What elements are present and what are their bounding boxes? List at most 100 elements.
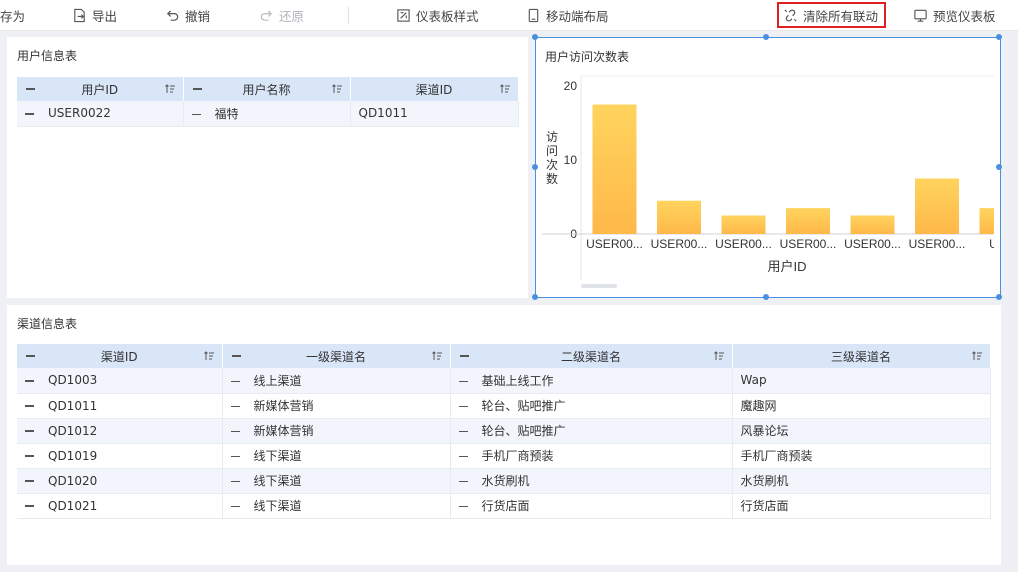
table-cell[interactable]: QD1003	[17, 368, 223, 394]
sort-icon[interactable]	[331, 83, 343, 95]
collapse-icon[interactable]	[230, 405, 240, 408]
user-visits-chart-panel[interactable]: 用户访问次数表 访问次数 20 10 0 USER00... USER00... USE…	[532, 34, 1002, 300]
table-cell[interactable]: 基础上线工作	[450, 368, 733, 394]
table-cell[interactable]: 线下渠道	[222, 468, 451, 494]
table-cell[interactable]: QD1021	[17, 493, 223, 519]
table-cell[interactable]: QD1019	[17, 443, 223, 469]
collapse-icon[interactable]	[25, 455, 34, 457]
table-row[interactable]: QD1019 线下渠道 手机厂商预装 手机厂商预装	[17, 443, 991, 469]
bar[interactable]	[592, 104, 637, 235]
bar[interactable]	[786, 208, 830, 234]
column-header-level1-channel[interactable]: 一级渠道名	[222, 344, 451, 368]
collapse-icon[interactable]	[458, 480, 468, 483]
cell-text: 轮台、贴吧推广	[481, 424, 566, 438]
table-cell[interactable]: 行货店面	[732, 493, 991, 519]
collapse-icon[interactable]	[458, 505, 468, 508]
table-cell[interactable]: 新媒体营销	[222, 418, 451, 444]
bar[interactable]	[979, 208, 1000, 234]
bar[interactable]	[657, 200, 701, 234]
bar[interactable]	[721, 215, 766, 235]
redo-button[interactable]: 还原	[259, 0, 304, 31]
table-cell[interactable]: 新媒体营销	[222, 393, 451, 419]
table-cell[interactable]: 水货刷机	[732, 468, 991, 494]
export-button[interactable]: 导出	[72, 0, 117, 31]
table-cell[interactable]: USER0022	[17, 101, 184, 127]
collapse-icon[interactable]	[458, 380, 468, 382]
collapse-icon[interactable]	[230, 430, 240, 433]
collapse-icon[interactable]	[230, 380, 240, 382]
bar[interactable]	[915, 178, 959, 235]
table-cell[interactable]: QD1011	[17, 393, 223, 419]
collapse-icon[interactable]	[230, 455, 240, 458]
collapse-icon[interactable]	[230, 505, 240, 508]
sort-icon[interactable]	[499, 83, 511, 95]
table-cell[interactable]: Wap	[732, 368, 991, 394]
table-cell[interactable]: QD1011	[350, 101, 519, 127]
table-cell[interactable]: 水货刷机	[450, 468, 733, 494]
resize-handle-right[interactable]	[996, 164, 1002, 170]
collapse-icon[interactable]	[26, 88, 35, 90]
bar[interactable]	[850, 215, 895, 235]
collapse-icon[interactable]	[459, 355, 469, 357]
table-row[interactable]: QD1003 线上渠道 基础上线工作 Wap	[17, 368, 991, 394]
resize-handle-left[interactable]	[532, 164, 538, 170]
column-header-user-id[interactable]: 用户ID	[17, 77, 184, 101]
collapse-icon[interactable]	[458, 430, 468, 433]
table-row[interactable]: QD1021 线下渠道 行货店面 行货店面	[17, 493, 991, 519]
resize-handle-bottom[interactable]	[763, 294, 769, 300]
resize-handle-bottom-left[interactable]	[532, 294, 538, 300]
table-row[interactable]: QD1020 线下渠道 水货刷机 水货刷机	[17, 468, 991, 494]
table-cell[interactable]: QD1020	[17, 468, 223, 494]
collapse-icon[interactable]	[25, 430, 34, 432]
table-row[interactable]: USER0022 福特 QD1011	[17, 101, 519, 127]
column-header-level3-channel[interactable]: 三级渠道名	[732, 344, 991, 368]
preview-dashboard-button[interactable]: 预览仪表板	[913, 0, 996, 31]
undo-button[interactable]: 撤销	[165, 0, 210, 31]
collapse-icon[interactable]	[25, 113, 34, 115]
sort-icon[interactable]	[203, 350, 215, 362]
resize-handle-top[interactable]	[763, 34, 769, 40]
table-row[interactable]: QD1011 新媒体营销 轮台、贴吧推广 魔趣网	[17, 393, 991, 419]
column-header-channel-id[interactable]: 渠道ID	[350, 77, 519, 101]
column-header-channel-id[interactable]: 渠道ID	[17, 344, 223, 368]
resize-handle-bottom-right[interactable]	[996, 294, 1002, 300]
mobile-layout-button[interactable]: 移动端布局	[526, 0, 609, 31]
horizontal-scrollbar[interactable]	[581, 284, 617, 288]
resize-handle-top-right[interactable]	[996, 34, 1002, 40]
table-cell[interactable]: 行货店面	[450, 493, 733, 519]
collapse-icon[interactable]	[26, 355, 35, 357]
collapse-icon[interactable]	[458, 455, 468, 458]
table-cell[interactable]: 魔趣网	[732, 393, 991, 419]
table-cell[interactable]: 风暴论坛	[732, 418, 991, 444]
table-cell[interactable]: 手机厂商预装	[732, 443, 991, 469]
collapse-icon[interactable]	[458, 405, 468, 408]
table-cell[interactable]: 线上渠道	[222, 368, 451, 394]
collapse-icon[interactable]	[25, 380, 34, 382]
table-cell[interactable]: 手机厂商预装	[450, 443, 733, 469]
collapse-icon[interactable]	[25, 405, 34, 407]
sort-icon[interactable]	[713, 350, 725, 362]
table-cell[interactable]: 线下渠道	[222, 493, 451, 519]
collapse-icon[interactable]	[25, 480, 34, 482]
table-cell[interactable]: 福特	[183, 101, 351, 127]
save-as-button[interactable]: 存为	[0, 0, 25, 31]
table-row[interactable]: QD1012 新媒体营销 轮台、贴吧推广 风暴论坛	[17, 418, 991, 444]
table-cell[interactable]: 轮台、贴吧推广	[450, 418, 733, 444]
x-tick-label: USE	[989, 237, 999, 251]
column-header-user-name[interactable]: 用户名称	[183, 77, 351, 101]
resize-handle-top-left[interactable]	[532, 34, 538, 40]
column-header-level2-channel[interactable]: 二级渠道名	[450, 344, 733, 368]
collapse-icon[interactable]	[230, 480, 240, 483]
collapse-icon[interactable]	[25, 505, 34, 507]
collapse-icon[interactable]	[231, 355, 241, 357]
collapse-icon[interactable]	[192, 88, 202, 90]
table-cell[interactable]: 线下渠道	[222, 443, 451, 469]
table-cell[interactable]: 轮台、贴吧推广	[450, 393, 733, 419]
sort-icon[interactable]	[431, 350, 443, 362]
sort-icon[interactable]	[164, 83, 176, 95]
dashboard-style-button[interactable]: 仪表板样式	[396, 0, 479, 31]
sort-icon[interactable]	[971, 350, 983, 362]
collapse-icon[interactable]	[191, 113, 201, 115]
table-cell[interactable]: QD1012	[17, 418, 223, 444]
clear-all-links-button[interactable]: 清除所有联动	[777, 2, 887, 28]
